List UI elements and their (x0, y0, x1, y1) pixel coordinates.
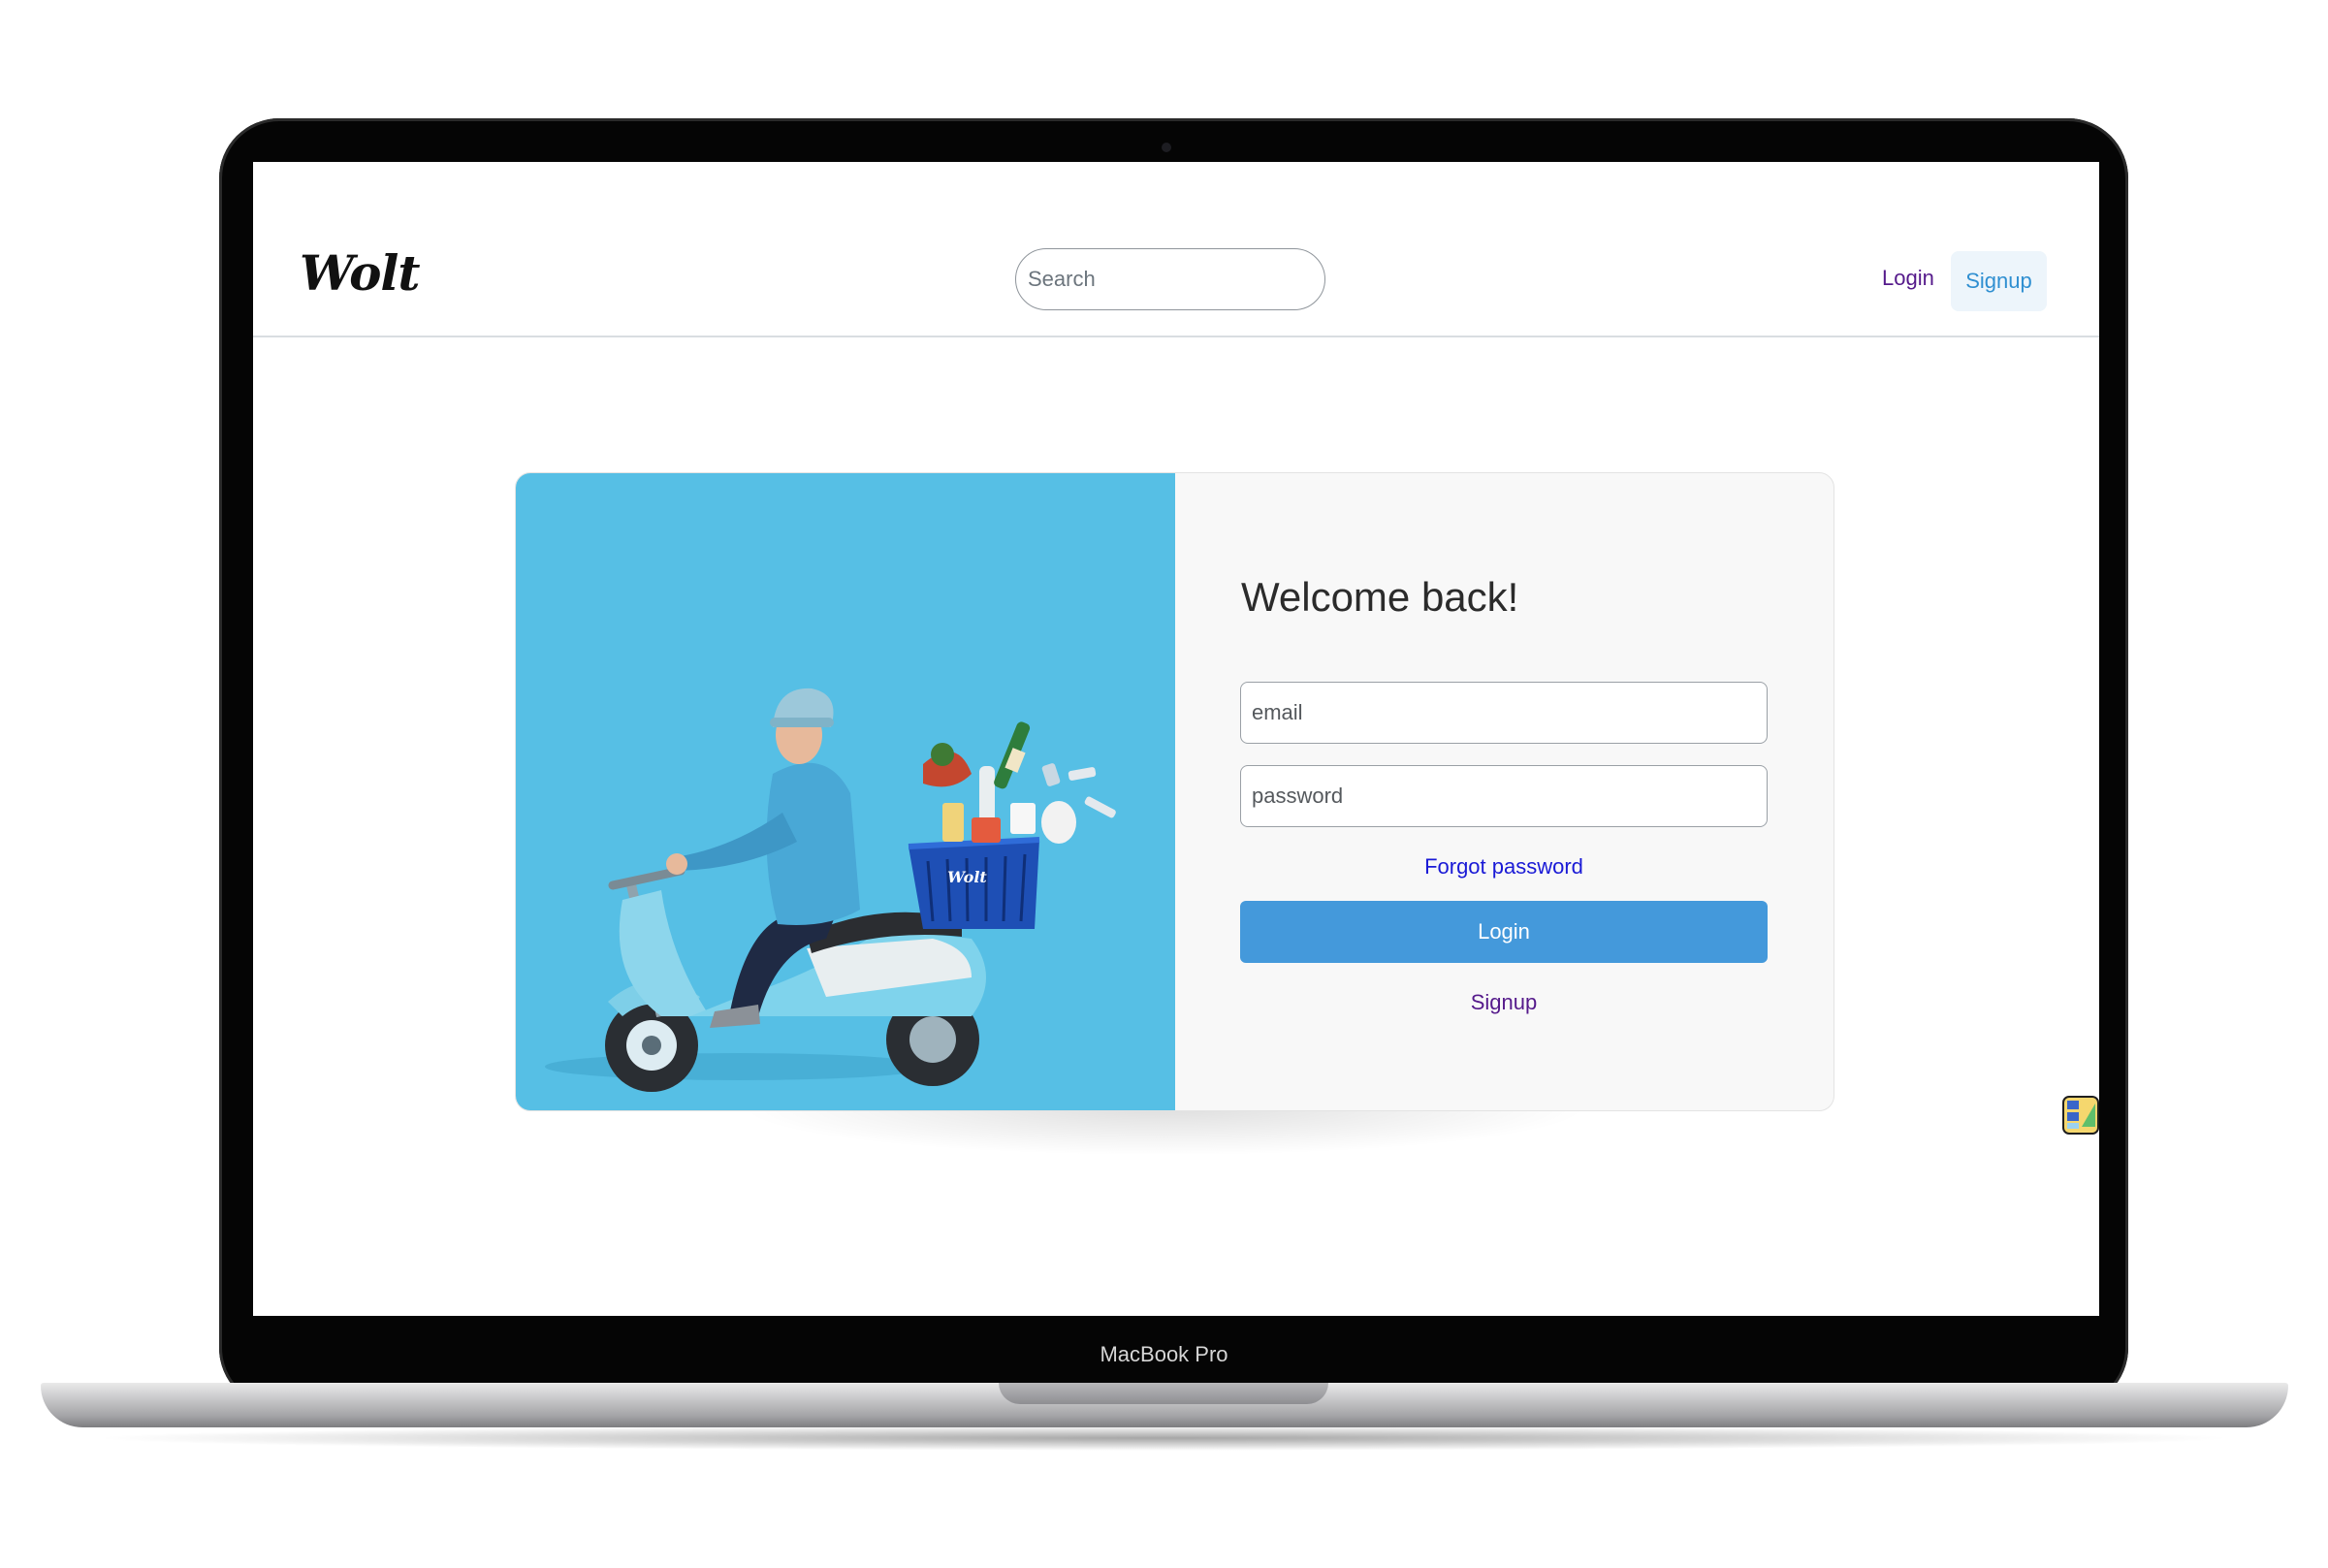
wolt-logo[interactable]: Wolt (300, 249, 421, 298)
card-shadow (738, 1107, 1591, 1156)
screen: Wolt Login Signup (253, 162, 2099, 1316)
laptop-shadow (87, 1425, 2240, 1451)
device-model-label: MacBook Pro (1100, 1342, 1228, 1366)
camera-icon (1162, 143, 1171, 152)
basket-logo-text: Wolt (947, 868, 987, 886)
signup-link[interactable]: Signup (1240, 990, 1768, 1015)
page-title: Welcome back! (1241, 574, 1519, 620)
scooter-courier-illustration: Wolt (545, 688, 1116, 1092)
nav-signup-button[interactable]: Signup (1951, 251, 2047, 311)
login-card: Wolt Welcome back! Forgot password (515, 472, 1834, 1111)
search-input[interactable] (1015, 248, 1325, 310)
hero-panel: Wolt (516, 473, 1175, 1110)
email-field[interactable] (1240, 682, 1768, 744)
laptop-notch (999, 1383, 1328, 1404)
navbar: Wolt Login Signup (253, 162, 2099, 337)
login-form: Welcome back! Forgot password Login Sign… (1175, 473, 1834, 1110)
login-button[interactable]: Login (1240, 901, 1768, 963)
password-field[interactable] (1240, 765, 1768, 827)
extension-icon[interactable] (2062, 1096, 2099, 1135)
nav-login-link[interactable]: Login (1882, 266, 1934, 291)
forgot-password-link[interactable]: Forgot password (1240, 854, 1768, 880)
